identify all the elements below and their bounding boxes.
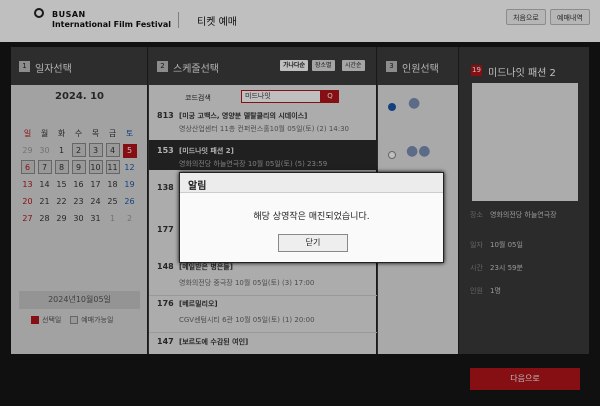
- alert-dialog: 알림 해당 상영작은 매진되었습니다. 닫기: [179, 172, 444, 263]
- dialog-close-button[interactable]: 닫기: [278, 234, 348, 252]
- dialog-title: 알림: [188, 181, 207, 192]
- dialog-header: 알림: [180, 173, 443, 193]
- dialog-message: 해당 상영작은 매진되었습니다.: [253, 212, 370, 222]
